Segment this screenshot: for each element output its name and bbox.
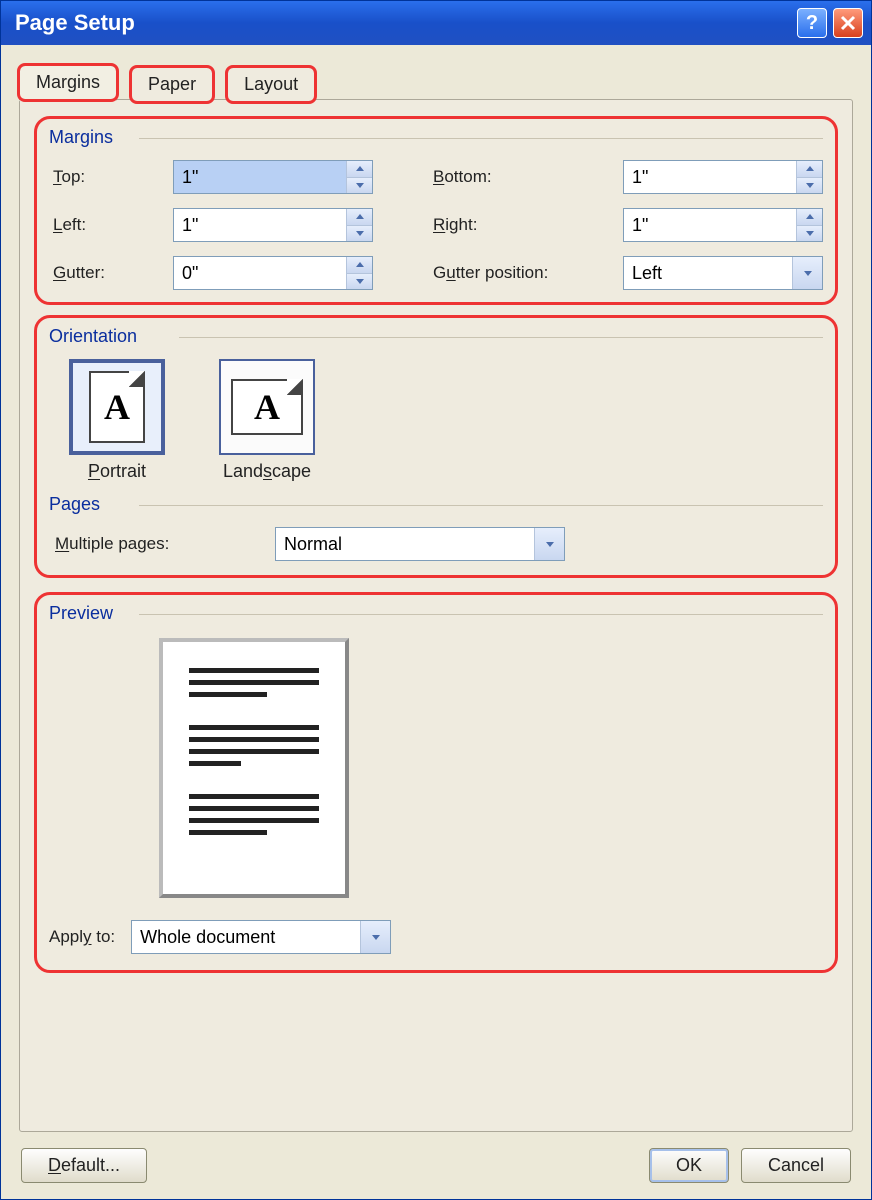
orientation-pages-group: Orientation A Portrait A [34,315,838,578]
spinner-up-icon[interactable] [347,257,372,273]
left-value[interactable]: 1" [174,209,346,241]
gutterpos-combo[interactable]: Left [623,256,823,290]
preview-group: Preview Apply to: Whole document [34,592,838,973]
spinner-down-icon[interactable] [347,177,372,194]
portrait-page-icon: A [89,371,145,443]
top-spinner[interactable]: 1" [173,160,373,194]
multiple-pages-label: Multiple pages: [55,534,255,554]
applyto-label: Apply to: [49,927,115,947]
spinner-down-icon[interactable] [797,225,822,242]
gutter-value[interactable]: 0" [174,257,346,289]
spinner-up-icon[interactable] [797,209,822,225]
gutterpos-label: Gutter position: [433,263,623,283]
margins-group-title: Margins [49,127,823,148]
bottom-value[interactable]: 1" [624,161,796,193]
orientation-portrait[interactable]: A Portrait [57,359,177,482]
help-icon: ? [806,12,818,35]
tabstrip: Margins Paper Layout [19,65,853,101]
pages-group-title: Pages [49,494,823,515]
spinner-up-icon[interactable] [347,209,372,225]
applyto-combo[interactable]: Whole document [131,920,391,954]
tab-layout[interactable]: Layout [227,67,315,101]
applyto-value: Whole document [132,921,360,953]
gutterpos-value: Left [624,257,792,289]
preview-page-icon [159,638,349,898]
tab-margins[interactable]: Margins [19,65,117,101]
cancel-button[interactable]: Cancel [741,1148,851,1183]
spinner-up-icon[interactable] [347,161,372,177]
tab-paper[interactable]: Paper [131,67,213,101]
spinner-down-icon[interactable] [797,177,822,194]
window-title: Page Setup [15,10,135,36]
help-button[interactable]: ? [797,8,827,38]
gutter-label: Gutter: [53,263,173,283]
margins-group: Margins Top: 1" Bottom: 1" [34,116,838,305]
spinner-up-icon[interactable] [797,161,822,177]
close-button[interactable] [833,8,863,38]
close-icon [840,15,856,31]
left-label: Left: [53,215,173,235]
orientation-group-title: Orientation [49,326,823,347]
right-spinner[interactable]: 1" [623,208,823,242]
page-setup-dialog: Page Setup ? Margins Paper Layout [0,0,872,1200]
landscape-page-icon: A [231,379,303,435]
multiple-pages-value: Normal [276,528,534,560]
top-value[interactable]: 1" [174,161,346,193]
chevron-down-icon[interactable] [360,921,390,953]
bottom-label: Bottom: [433,167,623,187]
multiple-pages-combo[interactable]: Normal [275,527,565,561]
gutter-spinner[interactable]: 0" [173,256,373,290]
titlebar: Page Setup ? [1,1,871,45]
spinner-down-icon[interactable] [347,273,372,290]
default-button[interactable]: Default... [21,1148,147,1183]
bottom-spinner[interactable]: 1" [623,160,823,194]
spinner-down-icon[interactable] [347,225,372,242]
ok-button[interactable]: OK [649,1148,729,1183]
top-label: Top: [53,167,173,187]
right-label: Right: [433,215,623,235]
left-spinner[interactable]: 1" [173,208,373,242]
chevron-down-icon[interactable] [792,257,822,289]
orientation-landscape[interactable]: A Landscape [207,359,327,482]
button-bar: Default... OK Cancel [19,1132,853,1185]
right-value[interactable]: 1" [624,209,796,241]
preview-group-title: Preview [49,603,823,624]
chevron-down-icon[interactable] [534,528,564,560]
